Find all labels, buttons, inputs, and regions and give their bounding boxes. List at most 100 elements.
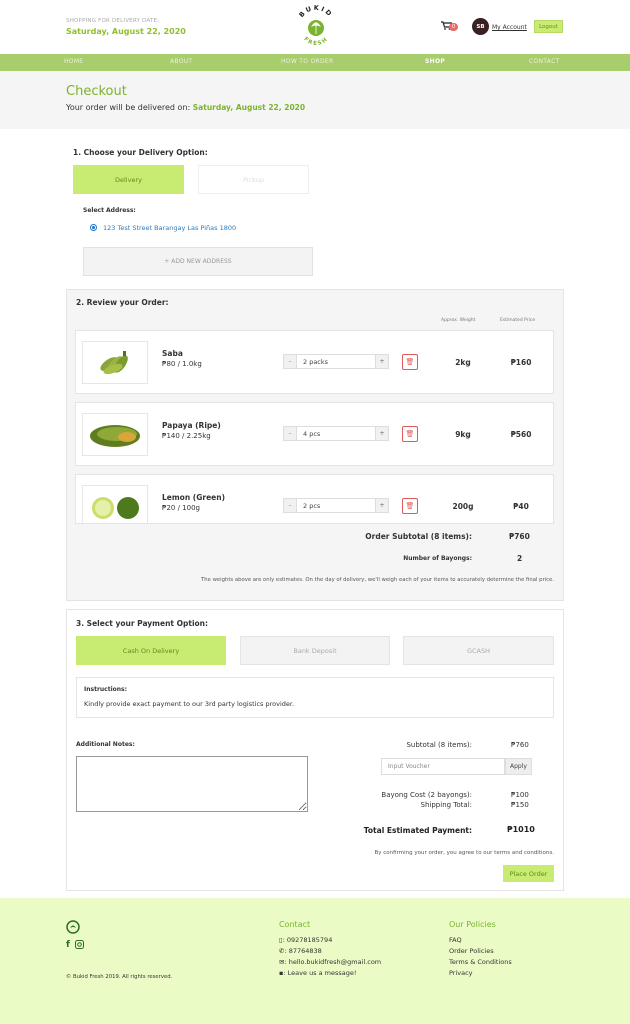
page-title: Checkout — [66, 84, 127, 99]
item-image-lemon — [82, 485, 148, 523]
quantity-stepper[interactable]: - 2 packs + — [283, 354, 389, 369]
total-value: ₱1010 — [507, 825, 535, 834]
payment-option-cod[interactable]: Cash On Delivery — [76, 636, 226, 665]
trash-icon[interactable]: 🗑 — [402, 354, 418, 370]
delivery-notice-prefix: Your order will be delivered on: — [66, 103, 191, 112]
voucher-input[interactable]: Input Voucher — [381, 758, 505, 775]
instructions-text: Kindly provide exact payment to our 3rd … — [84, 700, 295, 708]
policy-link-privacy[interactable]: Privacy — [449, 969, 473, 977]
notes-label: Additional Notes: — [76, 741, 135, 748]
payment-subtotal-label: Subtotal (8 items): — [406, 741, 472, 749]
qty-increase-button[interactable]: + — [375, 499, 388, 512]
policy-link-terms[interactable]: Terms & Conditions — [449, 958, 512, 966]
logout-button[interactable]: Logout — [534, 20, 563, 33]
contact-phone-mobile[interactable]: ▯: 09278185794 — [279, 936, 332, 944]
delivery-date-value: Saturday, August 22, 2020 — [66, 27, 186, 36]
trash-icon[interactable]: 🗑 — [402, 426, 418, 442]
facebook-icon[interactable]: f — [66, 940, 70, 950]
contact-heading: Contact — [279, 920, 311, 929]
item-image-papaya — [82, 413, 148, 456]
order-item-card: Lemon (Green) ₱20 / 100g - 2 pcs + 🗑 200… — [75, 474, 554, 524]
delivery-option-delivery[interactable]: Delivery — [73, 165, 184, 194]
bukid-fresh-logo[interactable]: BUKID FRESH — [294, 4, 338, 52]
quantity-stepper[interactable]: - 4 pcs + — [283, 426, 389, 441]
footer-logo-icon — [66, 920, 80, 936]
qty-increase-button[interactable]: + — [375, 427, 388, 440]
qty-decrease-button[interactable]: - — [284, 427, 297, 440]
contact-phone-landline[interactable]: ✆: 87764838 — [279, 947, 322, 955]
logo-text-bottom: FRESH — [302, 36, 328, 47]
qty-value[interactable]: 4 pcs — [303, 430, 320, 438]
payment-option-gcash[interactable]: GCASH — [403, 636, 554, 665]
item-name: Papaya (Ripe) — [162, 421, 221, 430]
policy-link-faq[interactable]: FAQ — [449, 936, 462, 944]
notes-textarea[interactable] — [76, 756, 308, 812]
policies-heading: Our Policies — [449, 920, 496, 929]
policy-link-order[interactable]: Order Policies — [449, 947, 494, 955]
contact-message[interactable]: ▪: Leave us a message! — [279, 969, 357, 977]
delivery-date-label: SHOPPING FOR DELIVERY DATE: — [66, 18, 160, 24]
copyright: © Bukid Fresh 2019. All rights reserved. — [66, 974, 173, 980]
item-est-price: ₱40 — [513, 502, 529, 511]
landline-number: : 87764838 — [284, 947, 322, 955]
select-address-label: Select Address: — [83, 207, 136, 214]
item-est-price: ₱560 — [510, 430, 532, 439]
trash-icon[interactable]: 🗑 — [402, 498, 418, 514]
delivery-notice: Your order will be delivered on: Saturda… — [66, 103, 305, 112]
shipping-value: ₱150 — [511, 801, 529, 809]
weight-disclaimer: The weights above are only estimates. On… — [201, 577, 554, 583]
nav-item-contact[interactable]: CONTACT — [529, 58, 560, 65]
col-head-price: Estimated Price — [500, 318, 536, 323]
apply-voucher-button[interactable]: Apply — [505, 758, 532, 775]
item-name: Saba — [162, 349, 183, 358]
qty-value[interactable]: 2 pcs — [303, 502, 320, 510]
total-label: Total Estimated Payment: — [363, 826, 472, 835]
payment-option-bank[interactable]: Bank Deposit — [240, 636, 390, 665]
avatar[interactable]: SB — [472, 18, 489, 35]
item-weight: 200g — [452, 502, 474, 511]
email-address: : hello.bukidfresh@gmail.com — [284, 958, 382, 966]
svg-text:FRESH: FRESH — [302, 36, 329, 47]
title-band — [0, 71, 630, 129]
quantity-stepper[interactable]: - 2 pcs + — [283, 498, 389, 513]
item-weight: 2kg — [455, 358, 471, 367]
shipping-label: Shipping Total: — [420, 801, 472, 809]
nav-item-how-to-order[interactable]: HOW TO ORDER — [281, 58, 333, 65]
delivery-option-pickup[interactable]: Pickup — [198, 165, 309, 194]
place-order-button[interactable]: Place Order — [503, 865, 554, 882]
delivery-notice-date: Saturday, August 22, 2020 — [192, 103, 306, 112]
delivery-heading: 1. Choose your Delivery Option: — [73, 148, 208, 157]
qty-decrease-button[interactable]: - — [284, 499, 297, 512]
nav-item-home[interactable]: HOME — [64, 58, 83, 65]
qty-value[interactable]: 2 packs — [303, 358, 328, 366]
message-link: : Leave us a message! — [283, 969, 357, 977]
add-new-address-button[interactable]: + ADD NEW ADDRESS — [83, 247, 313, 276]
order-item-card: Saba ₱80 / 1.0kg - 2 packs + 🗑 2kg ₱160 — [75, 330, 554, 394]
item-name: Lemon (Green) — [162, 493, 226, 502]
nav-item-shop[interactable]: SHOP — [425, 58, 445, 65]
qty-decrease-button[interactable]: - — [284, 355, 297, 368]
address-text[interactable]: 123 Test Street Barangay Las Piñas 1800 — [103, 224, 236, 232]
col-head-weight: Approx. Weight — [441, 318, 476, 323]
nav-item-about[interactable]: ABOUT — [170, 58, 192, 65]
payment-subtotal-value: ₱760 — [511, 741, 529, 749]
mobile-number: : 09278185794 — [282, 936, 333, 944]
main-nav: HOME ABOUT HOW TO ORDER SHOP CONTACT — [0, 54, 630, 71]
terms-agreement: By confirming your order, you agree to o… — [374, 850, 555, 856]
my-account-link[interactable]: My Account — [492, 24, 527, 31]
qty-increase-button[interactable]: + — [375, 355, 388, 368]
cart-count-badge: 0 — [449, 23, 459, 31]
review-heading: 2. Review your Order: — [76, 298, 169, 307]
instructions-box — [76, 677, 554, 718]
item-est-price: ₱160 — [510, 358, 532, 367]
item-unit-price: ₱80 / 1.0kg — [162, 360, 202, 368]
bayong-cost-value: ₱100 — [511, 791, 529, 799]
logo-text-top: BUKID — [297, 4, 332, 19]
address-radio[interactable] — [90, 224, 97, 231]
contact-email[interactable]: ✉: hello.bukidfresh@gmail.com — [279, 958, 381, 966]
item-unit-price: ₱140 / 2.25kg — [162, 432, 211, 440]
bayong-cost-label: Bayong Cost (2 bayongs): — [381, 791, 472, 799]
item-weight: 9kg — [455, 430, 471, 439]
item-image-saba — [82, 341, 148, 384]
instagram-icon[interactable] — [75, 940, 84, 951]
